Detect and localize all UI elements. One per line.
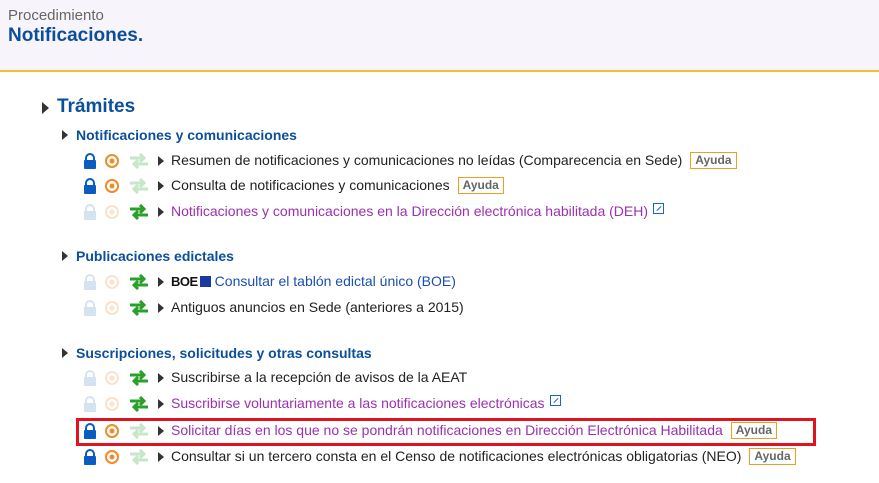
suscripcion-link[interactable]: Suscribirse voluntariamente a las notifi… (171, 395, 545, 411)
boe-logo: BOE (171, 274, 198, 289)
eye-icon (105, 397, 119, 411)
triangle-icon (158, 426, 164, 436)
exchange-arrows-icon (130, 153, 148, 169)
lock-icon (84, 274, 96, 290)
external-link-icon[interactable] (549, 395, 561, 406)
lock-icon (84, 370, 96, 386)
lock-icon (84, 178, 96, 194)
lock-icon (84, 153, 96, 169)
group-notificaciones[interactable]: Notificaciones y comunicaciones (62, 127, 297, 143)
lock-icon (84, 423, 96, 439)
group-title: Suscripciones, solicitudes y otras consu… (76, 345, 372, 361)
triangle-icon (158, 399, 164, 409)
triangle-icon (158, 181, 164, 191)
eye-icon (105, 154, 119, 168)
exchange-arrows-icon (130, 274, 148, 290)
section-tramites: Trámites (42, 96, 135, 118)
header-kicker: Procedimiento (8, 7, 104, 24)
external-link-icon (199, 276, 211, 287)
group-title: Notificaciones y comunicaciones (76, 127, 297, 143)
item-text[interactable]: Suscribirse a la recepción de avisos de … (171, 369, 467, 385)
section-title: Trámites (57, 96, 136, 117)
page-header: Procedimiento Notificaciones. (0, 0, 879, 72)
item-text[interactable]: Antiguos anuncios en Sede (anteriores a … (171, 299, 464, 315)
exchange-arrows-icon (130, 300, 148, 316)
group-suscripciones[interactable]: Suscripciones, solicitudes y otras consu… (62, 345, 372, 361)
group-title: Publicaciones edictales (76, 248, 234, 264)
lock-icon (84, 300, 96, 316)
triangle-icon (158, 156, 164, 166)
ayuda-button[interactable]: Ayuda (749, 448, 796, 465)
item-text[interactable]: Resumen de notificaciones y comunicacion… (171, 152, 682, 168)
eye-icon (105, 424, 119, 438)
triangle-icon (158, 452, 164, 462)
deh-link[interactable]: Notificaciones y comunicaciones en la Di… (171, 203, 648, 219)
triangle-icon (62, 251, 68, 261)
exchange-arrows-icon (130, 178, 148, 194)
external-link-icon[interactable] (653, 203, 664, 214)
page-title: Notificaciones. (8, 25, 144, 46)
ayuda-button[interactable]: Ayuda (730, 422, 777, 439)
eye-icon (105, 275, 119, 289)
triangle-icon (42, 102, 49, 114)
exchange-arrows-icon (130, 423, 148, 439)
eye-icon (105, 179, 119, 193)
triangle-icon (158, 373, 164, 383)
exchange-arrows-icon (130, 449, 148, 465)
lock-icon (84, 449, 96, 465)
triangle-icon (158, 303, 164, 313)
group-publicaciones[interactable]: Publicaciones edictales (62, 248, 234, 264)
eye-icon (105, 371, 119, 385)
triangle-icon (158, 277, 164, 287)
triangle-icon (62, 130, 68, 140)
item-text[interactable]: Consulta de notificaciones y comunicacio… (171, 177, 450, 193)
solicitar-dias-link[interactable]: Solicitar días en los que no se pondrán … (171, 422, 723, 438)
exchange-arrows-icon (130, 396, 148, 412)
ayuda-button[interactable]: Ayuda (457, 177, 504, 194)
lock-icon (84, 204, 96, 220)
boe-link[interactable]: Consultar el tablón edictal único (BOE) (215, 273, 456, 289)
eye-icon (105, 301, 119, 315)
ayuda-button[interactable]: Ayuda (690, 152, 737, 169)
lock-icon (84, 396, 96, 412)
triangle-icon (158, 207, 164, 217)
triangle-icon (62, 348, 68, 358)
exchange-arrows-icon (130, 204, 148, 220)
item-text[interactable]: Consultar si un tercero consta en el Cen… (171, 448, 741, 464)
eye-icon (105, 205, 119, 219)
eye-icon (105, 450, 119, 464)
exchange-arrows-icon (130, 370, 148, 386)
